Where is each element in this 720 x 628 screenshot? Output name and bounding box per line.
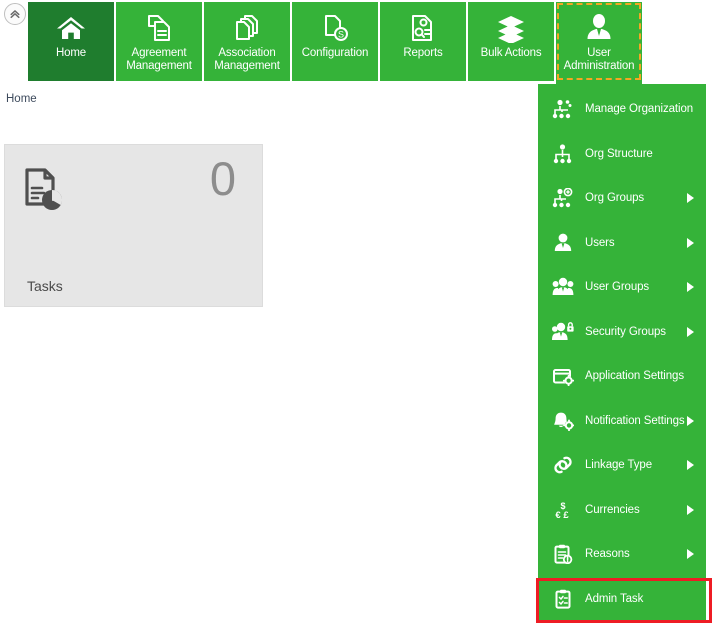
org-manage-icon (550, 99, 576, 119)
submenu-arrow-icon (687, 237, 694, 248)
menu-item-org-groups[interactable]: Org Groups (538, 176, 706, 221)
menu-item-reasons[interactable]: Reasons (538, 532, 706, 577)
user-administration-dropdown-menu: Manage Organization Org Structure Org Gr… (538, 84, 706, 621)
association-documents-icon (232, 11, 262, 45)
menu-item-application-settings[interactable]: Application Settings (538, 354, 706, 399)
menu-item-label: Manage Organization (585, 103, 694, 116)
menu-item-security-groups[interactable]: Security Groups (538, 310, 706, 355)
submenu-arrow-icon (687, 282, 694, 293)
svg-text:€: € (555, 510, 561, 520)
clipboard-info-icon (550, 544, 576, 565)
submenu-arrow-icon (687, 549, 694, 560)
menu-item-user-groups[interactable]: User Groups (538, 265, 706, 310)
menu-item-label: Application Settings (585, 370, 685, 383)
menu-item-label: Org Structure (585, 147, 653, 160)
security-groups-lock-icon (550, 321, 576, 342)
user-admin-icon (584, 11, 614, 45)
nav-tile-label: Home (55, 47, 87, 59)
org-groups-icon (550, 188, 576, 208)
menu-item-label: Users (585, 236, 615, 249)
chevron-double-up-icon (8, 7, 22, 21)
svg-text:£: £ (563, 510, 569, 520)
user-groups-icon (550, 277, 576, 297)
report-search-icon (408, 11, 438, 45)
nav-tile-label: Configuration (301, 47, 369, 59)
menu-item-label: Currencies (585, 503, 640, 516)
clipboard-task-icon (550, 589, 576, 609)
menu-item-label: Org Groups (585, 192, 645, 205)
collapse-ribbon-button[interactable] (4, 3, 26, 25)
application-window: Home Agreement Management Association Ma… (0, 0, 720, 628)
nav-tile-configuration[interactable]: S Configuration (292, 2, 378, 81)
menu-item-label: Notification Settings (585, 414, 685, 427)
breadcrumb-item-home[interactable]: Home (6, 93, 37, 105)
nav-tile-reports[interactable]: Reports (380, 2, 466, 81)
menu-item-admin-task[interactable]: Admin Task (538, 577, 706, 622)
nav-tile-association-management[interactable]: Association Management (204, 2, 290, 81)
nav-tile-user-administration[interactable]: User Administration (556, 2, 642, 86)
nav-tile-label: Association Management (214, 47, 280, 72)
link-chain-icon (550, 455, 576, 475)
layers-stack-icon (495, 11, 527, 45)
menu-item-label: Linkage Type (585, 459, 653, 472)
currency-dollar-pound-icon: $ € £ (550, 500, 576, 520)
menu-item-org-structure[interactable]: Org Structure (538, 132, 706, 177)
dashboard-card-count: 0 (209, 152, 236, 205)
menu-item-label: Admin Task (585, 592, 644, 605)
org-structure-icon (550, 144, 576, 164)
menu-item-notification-settings[interactable]: Notification Settings (538, 399, 706, 444)
nav-tile-label: Reports (403, 47, 443, 59)
menu-item-label: Security Groups (585, 325, 666, 338)
task-report-icon (22, 167, 70, 222)
nav-tile-label: User Administration (563, 47, 635, 72)
dashboard-card-tasks[interactable]: 0 Tasks (4, 144, 263, 307)
application-settings-icon (550, 366, 576, 387)
svg-text:S: S (338, 30, 344, 40)
notification-bell-gear-icon (550, 411, 576, 431)
submenu-arrow-icon (687, 415, 694, 426)
document-dollar-icon: S (320, 11, 350, 45)
nav-tile-home[interactable]: Home (28, 2, 114, 81)
menu-item-linkage-type[interactable]: Linkage Type (538, 443, 706, 488)
agreement-documents-icon (144, 11, 174, 45)
nav-tile-bulk-actions[interactable]: Bulk Actions (468, 2, 554, 81)
menu-item-currencies[interactable]: $ € £ Currencies (538, 488, 706, 533)
submenu-arrow-icon (687, 504, 694, 515)
menu-item-label: Reasons (585, 548, 630, 561)
menu-item-users[interactable]: Users (538, 221, 706, 266)
menu-item-manage-organization[interactable]: Manage Organization (538, 87, 706, 132)
breadcrumb[interactable]: Home (6, 93, 37, 105)
nav-tile-label: Agreement Management (126, 47, 192, 72)
dashboard-card-label: Tasks (27, 278, 63, 294)
home-icon (55, 11, 87, 45)
nav-tile-label: Bulk Actions (480, 47, 542, 59)
submenu-arrow-icon (687, 460, 694, 471)
submenu-arrow-icon (687, 326, 694, 337)
menu-item-label: User Groups (585, 281, 650, 294)
submenu-arrow-icon (687, 193, 694, 204)
user-icon (550, 233, 576, 253)
nav-tile-agreement-management[interactable]: Agreement Management (116, 2, 202, 81)
main-navigation-bar: Home Agreement Management Association Ma… (28, 2, 642, 86)
